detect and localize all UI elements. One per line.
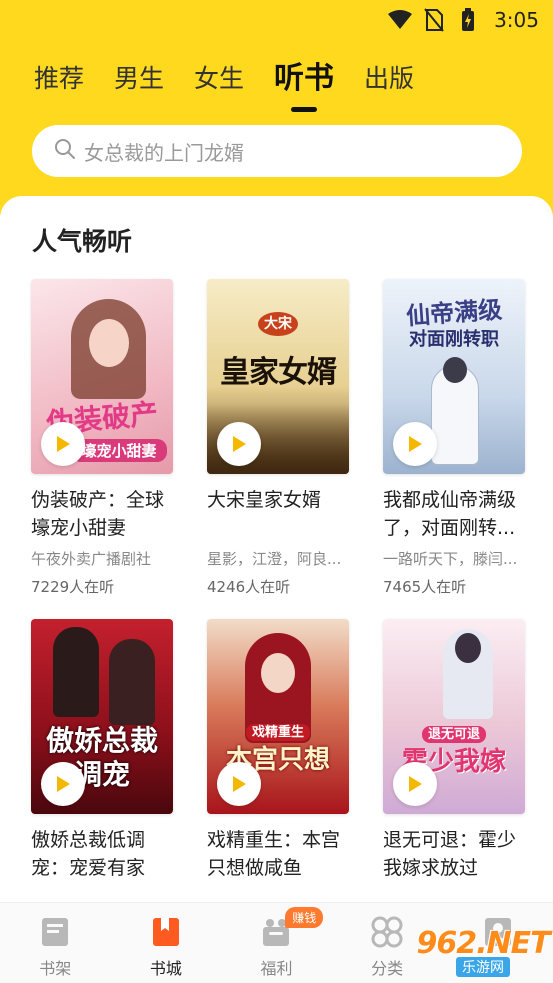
cover-face bbox=[89, 319, 129, 367]
nav-welfare[interactable]: 福利 赚钱 bbox=[221, 903, 332, 983]
book-cover: 大宋 皇家女婿 bbox=[207, 279, 349, 474]
play-icon bbox=[57, 776, 70, 792]
book-cover: 伪装破产 壕宠小甜妻 bbox=[31, 279, 173, 474]
bookshelf-icon bbox=[42, 918, 69, 946]
book-title: 伪装破产：全球壕宠小甜妻 bbox=[31, 489, 165, 539]
book-listeners: 7465人在听 bbox=[383, 578, 467, 596]
book-title: 戏精重生：本宫只想做咸鱼 bbox=[207, 829, 341, 879]
search-placeholder: 女总裁的上门龙婿 bbox=[84, 140, 244, 165]
search-input[interactable]: 女总裁的上门龙婿 bbox=[32, 125, 522, 177]
play-button[interactable] bbox=[393, 762, 437, 806]
book-card[interactable]: 仙帝满级 对面刚转职 我都成仙帝满级了，对面刚转... 一路听天下，滕闫... … bbox=[383, 279, 525, 597]
nav-label: 福利 bbox=[260, 959, 293, 978]
earn-badge: 赚钱 bbox=[285, 907, 324, 928]
play-icon bbox=[233, 436, 246, 452]
wifi-icon bbox=[388, 8, 413, 32]
book-author: 午夜外卖广播剧社 bbox=[31, 550, 152, 568]
tab-female[interactable]: 女生 bbox=[194, 58, 244, 100]
tab-publish[interactable]: 出版 bbox=[364, 58, 414, 100]
book-title: 傲娇总裁低调宠：宠爱有家 bbox=[31, 829, 146, 879]
play-button[interactable] bbox=[41, 762, 85, 806]
play-icon bbox=[409, 436, 422, 452]
play-icon bbox=[233, 776, 246, 792]
tab-recommend[interactable]: 推荐 bbox=[34, 58, 84, 100]
status-bar: 3:05 bbox=[0, 0, 553, 40]
bookstore-icon bbox=[152, 918, 179, 946]
play-button[interactable] bbox=[217, 422, 261, 466]
main-panel: 人气畅听 伪装破产 壕宠小甜妻 伪装破产：全球壕宠小甜妻 午夜外卖广播剧社 72… bbox=[0, 196, 553, 902]
category-tabs: 推荐 男生 女生 听书 出版 bbox=[34, 58, 444, 100]
book-cover: 傲娇总裁 调宠 bbox=[31, 619, 173, 814]
book-grid: 伪装破产 壕宠小甜妻 伪装破产：全球壕宠小甜妻 午夜外卖广播剧社 7229人在听… bbox=[31, 279, 525, 882]
cover-subtitle-text: 壕宠小甜妻 bbox=[71, 439, 167, 462]
book-listeners: 4246人在听 bbox=[207, 578, 291, 596]
bottom-nav: 书架 书城 福利 赚钱 分类 962.NET 乐游网 bbox=[0, 902, 553, 983]
watermark-logo-text: 962.NET bbox=[416, 925, 550, 961]
book-author: 星影，江澄，阿良... bbox=[207, 550, 342, 568]
book-cover: 退无可退 霍少我嫁 bbox=[383, 619, 525, 814]
cover-face bbox=[443, 357, 467, 383]
cover-title-text: 皇家女婿 bbox=[220, 355, 337, 390]
book-title: 我都成仙帝满级了，对面刚转... bbox=[383, 489, 517, 539]
category-icon bbox=[371, 916, 403, 948]
cover-figure bbox=[109, 639, 155, 725]
cover-figure bbox=[53, 627, 99, 717]
cover-subtitle-text: 对面刚转职 bbox=[409, 329, 499, 350]
book-card[interactable]: 大宋 皇家女婿 大宋皇家女婿 星影，江澄，阿良... 4246人在听 bbox=[207, 279, 349, 597]
play-button[interactable] bbox=[41, 422, 85, 466]
book-title: 大宋皇家女婿 bbox=[207, 489, 322, 511]
nav-label: 书架 bbox=[39, 959, 72, 978]
play-button[interactable] bbox=[393, 422, 437, 466]
nav-bookstore[interactable]: 书城 bbox=[111, 903, 222, 983]
play-icon bbox=[409, 776, 422, 792]
play-icon bbox=[57, 436, 70, 452]
cover-face bbox=[455, 633, 481, 663]
tab-male[interactable]: 男生 bbox=[114, 58, 164, 100]
cover-subtitle-text: 大宋 bbox=[258, 312, 298, 336]
section-title: 人气畅听 bbox=[32, 227, 133, 256]
nav-label: 分类 bbox=[371, 959, 404, 978]
watermark-sub-text: 乐游网 bbox=[456, 956, 510, 977]
search-icon bbox=[54, 138, 76, 164]
book-card[interactable]: 戏精重生 本宫只想 戏精重生：本宫只想做咸鱼 bbox=[207, 619, 349, 882]
book-author: 一路听天下，滕闫... bbox=[383, 550, 518, 568]
cover-face bbox=[261, 653, 295, 693]
watermark-logo: 962.NET 乐游网 bbox=[416, 923, 551, 979]
nav-bookshelf[interactable]: 书架 bbox=[0, 903, 111, 983]
book-cover: 仙帝满级 对面刚转职 bbox=[383, 279, 525, 474]
battery-charging-icon bbox=[456, 8, 480, 32]
book-card[interactable]: 伪装破产 壕宠小甜妻 伪装破产：全球壕宠小甜妻 午夜外卖广播剧社 7229人在听 bbox=[31, 279, 173, 597]
play-button[interactable] bbox=[217, 762, 261, 806]
no-sim-icon bbox=[422, 8, 446, 32]
clock: 3:05 bbox=[494, 8, 539, 32]
book-listeners: 7229人在听 bbox=[31, 578, 115, 596]
nav-label: 书城 bbox=[149, 959, 182, 978]
book-cover: 戏精重生 本宫只想 bbox=[207, 619, 349, 814]
book-card[interactable]: 退无可退 霍少我嫁 退无可退：霍少我嫁求放过 bbox=[383, 619, 525, 882]
book-card[interactable]: 傲娇总裁 调宠 傲娇总裁低调宠：宠爱有家 bbox=[31, 619, 173, 882]
tab-audiobook[interactable]: 听书 bbox=[274, 58, 334, 100]
book-title: 退无可退：霍少我嫁求放过 bbox=[383, 829, 517, 879]
